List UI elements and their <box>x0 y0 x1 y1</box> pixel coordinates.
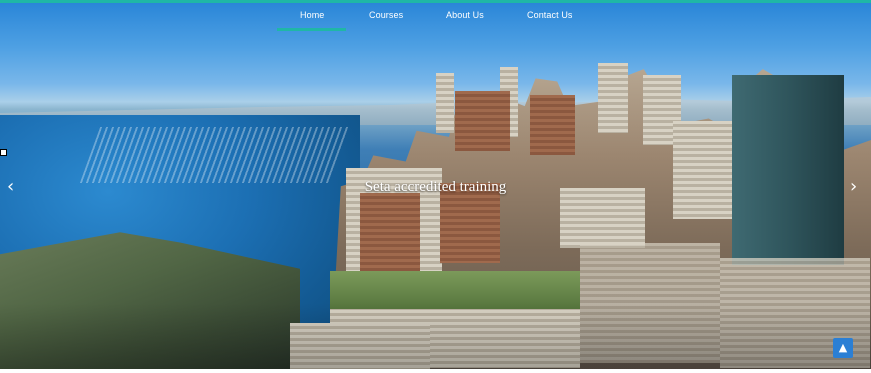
chevron-right-icon[interactable]: › <box>850 178 857 196</box>
hero-building <box>455 91 510 151</box>
hero-building <box>673 121 741 219</box>
hero-shade <box>0 303 871 369</box>
nav-about-us[interactable]: About Us <box>446 10 484 20</box>
hero-building <box>530 95 575 155</box>
nav-home[interactable]: Home <box>300 10 324 20</box>
hero-marina <box>79 127 351 183</box>
chevron-up-icon: ▲ <box>838 341 848 354</box>
scroll-top-button[interactable]: ▲ <box>833 338 853 358</box>
hero-building <box>732 75 844 265</box>
hero-building <box>360 193 420 273</box>
hero-caption: Seta accredited training <box>364 179 507 195</box>
hero-building <box>436 73 454 133</box>
nav-contact-us[interactable]: Contact Us <box>527 10 573 20</box>
hero-building <box>560 188 645 248</box>
nav-active-indicator <box>277 28 346 31</box>
chevron-left-icon[interactable]: ‹ <box>7 178 14 196</box>
nav-courses[interactable]: Courses <box>369 10 403 20</box>
content-strip <box>0 369 871 373</box>
hero-building <box>598 63 628 133</box>
main-nav: Home Courses About Us Contact Us <box>0 3 871 31</box>
slider-indicator[interactable] <box>0 149 7 156</box>
